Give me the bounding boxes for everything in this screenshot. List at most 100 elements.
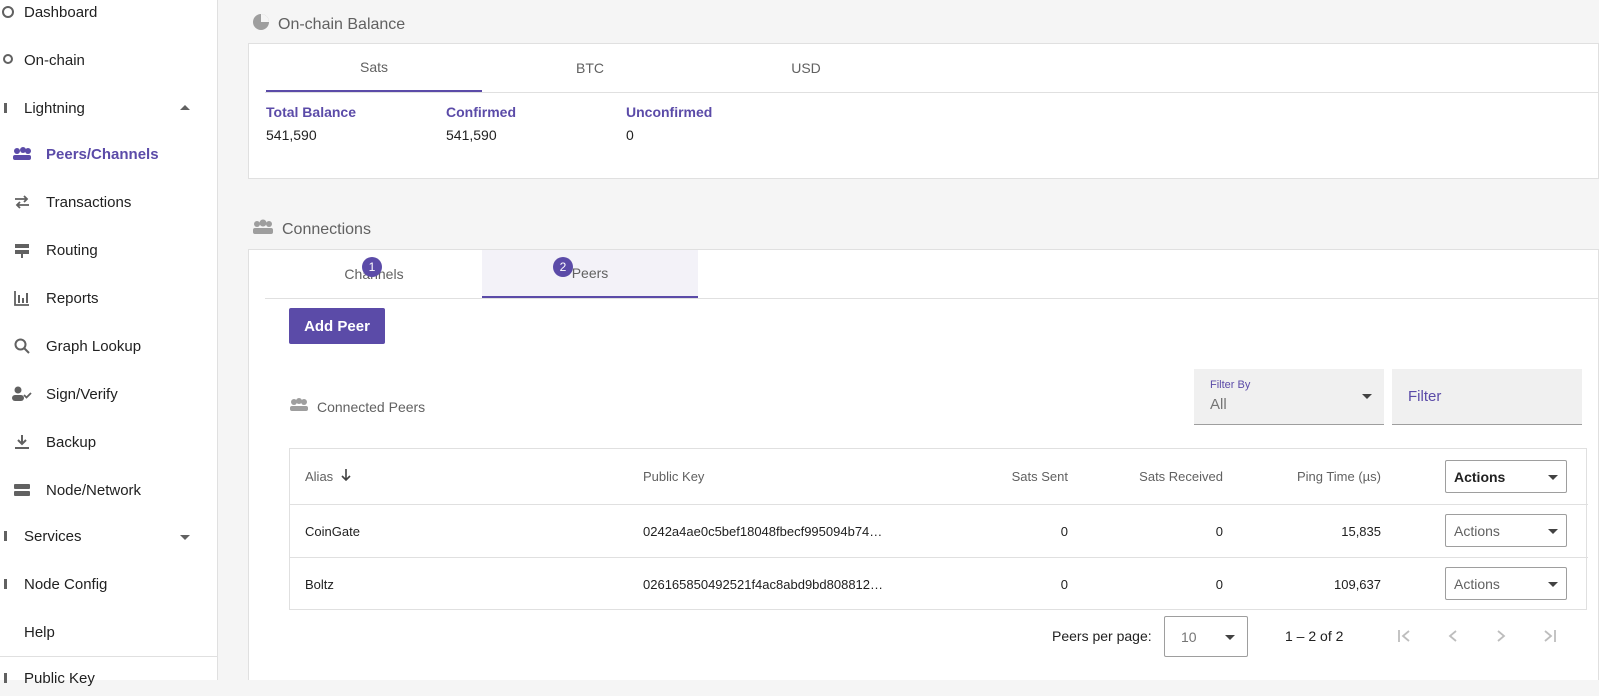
sidebar-item-transactions[interactable]: Transactions — [12, 184, 131, 220]
sidebar: Dashboard On-chain Lightning Peers/Chann… — [0, 0, 218, 687]
column-alias-label: Alias — [305, 469, 334, 484]
sidebar-item-label: Peers/Channels — [46, 145, 159, 163]
sidebar-item-label: On-chain — [24, 51, 85, 69]
sidebar-item-routing[interactable]: Routing — [12, 232, 98, 268]
previous-page-icon[interactable] — [1443, 626, 1463, 646]
first-page-icon[interactable] — [1395, 626, 1415, 646]
cell-ping-time: 109,637 — [1334, 576, 1381, 592]
services-icon — [0, 526, 18, 546]
sidebar-item-label: Backup — [46, 433, 97, 451]
column-sats-sent[interactable]: Sats Sent — [990, 449, 1068, 504]
cell-public-key: 0242a4ae0c5bef18048fbecf995094b74… — [643, 523, 883, 539]
cell-alias: Boltz — [305, 576, 334, 592]
next-page-icon[interactable] — [1491, 626, 1511, 646]
sidebar-item-help[interactable]: Help — [24, 614, 55, 650]
last-page-icon[interactable] — [1539, 626, 1559, 646]
unconfirmed-value: 0 — [626, 127, 634, 143]
actions-label: Actions — [1454, 468, 1506, 485]
column-sats-received[interactable]: Sats Received — [1090, 449, 1223, 504]
sidebar-item-label: Reports — [46, 289, 99, 307]
tab-label: USD — [791, 60, 821, 76]
sidebar-item-public-key[interactable]: Public Key — [4, 660, 95, 696]
onchain-section-title: On-chain Balance — [252, 13, 405, 36]
cell-sats-sent: 0 — [1060, 523, 1068, 539]
column-ping-time[interactable]: Ping Time (µs) — [1250, 449, 1381, 504]
swap-icon — [12, 192, 32, 212]
per-page-value: 10 — [1181, 629, 1197, 645]
sidebar-item-peers-channels[interactable]: Peers/Channels — [12, 136, 159, 172]
sidebar-item-label: Lightning — [24, 99, 85, 117]
signpost-icon — [12, 240, 32, 260]
filter-by-select[interactable]: Filter By All — [1194, 369, 1384, 425]
storage-icon — [12, 480, 32, 500]
sidebar-item-label: Routing — [46, 241, 98, 259]
column-alias[interactable]: Alias — [305, 449, 351, 504]
peers-per-page-select[interactable]: 10 — [1164, 616, 1248, 657]
row-actions-select[interactable]: Actions — [1445, 514, 1567, 547]
tab-sats[interactable]: Sats — [266, 44, 482, 92]
sidebar-item-graph-lookup[interactable]: Graph Lookup — [12, 328, 141, 364]
add-peer-button[interactable]: Add Peer — [289, 308, 385, 344]
section-title-text: Connections — [282, 220, 371, 238]
cell-public-key: 026165850492521f4ac8abd9bd808812… — [643, 576, 884, 592]
column-public-key[interactable]: Public Key — [643, 449, 704, 504]
dropdown-arrow-icon — [1548, 475, 1558, 480]
sidebar-item-label: Transactions — [46, 193, 132, 211]
cell-ping-time: 15,835 — [1341, 523, 1381, 539]
sidebar-item-services[interactable]: Services — [4, 518, 82, 554]
people-icon — [252, 219, 274, 240]
sidebar-item-label: Public Key — [24, 669, 95, 687]
row-actions-select[interactable]: Actions — [1445, 567, 1567, 600]
sidebar-item-backup[interactable]: Backup — [12, 424, 96, 460]
search-icon — [12, 336, 32, 356]
download-icon — [12, 432, 32, 452]
dropdown-arrow-icon — [1548, 529, 1558, 534]
table-row[interactable]: Boltz 026165850492521f4ac8abd9bd808812… … — [290, 558, 1588, 610]
sidebar-item-sign-verify[interactable]: Sign/Verify — [12, 376, 118, 412]
cell-sats-sent: 0 — [1060, 576, 1068, 592]
tab-label: Sats — [359, 59, 388, 75]
cell-alias: CoinGate — [305, 523, 360, 539]
dropdown-arrow-icon — [1225, 635, 1235, 640]
pagination-range: 1 – 2 of 2 — [1285, 628, 1344, 644]
total-balance-value: 541,590 — [266, 127, 317, 143]
actions-label: Actions — [1454, 522, 1500, 539]
confirmed-label: Confirmed — [446, 104, 516, 120]
actions-header-select[interactable]: Actions — [1445, 460, 1567, 493]
sidebar-item-label: Node Config — [24, 575, 108, 593]
unconfirmed-label: Unconfirmed — [626, 104, 713, 120]
sidebar-divider — [0, 656, 218, 657]
chevron-down-icon[interactable] — [180, 535, 190, 540]
filter-input[interactable]: Filter — [1392, 369, 1582, 425]
tab-divider — [265, 92, 1599, 93]
link-icon — [0, 50, 18, 70]
table-row[interactable]: CoinGate 0242a4ae0c5bef18048fbecf995094b… — [290, 505, 1588, 558]
sidebar-item-label: Graph Lookup — [46, 337, 142, 355]
sidebar-item-reports[interactable]: Reports — [12, 280, 99, 316]
sidebar-item-node-config[interactable]: Node Config — [4, 566, 108, 602]
tab-divider — [265, 298, 1599, 299]
peers-table: Alias Public Key Sats Sent Sats Received… — [289, 448, 1588, 610]
total-balance-label: Total Balance — [266, 104, 356, 120]
sidebar-item-node-network[interactable]: Node/Network — [12, 472, 141, 508]
dropdown-arrow-icon — [1548, 582, 1558, 587]
sidebar-item-lightning[interactable]: Lightning — [4, 90, 85, 126]
tab-label: BTC — [576, 60, 604, 76]
people-icon — [12, 144, 32, 164]
sidebar-item-label: Sign/Verify — [46, 385, 118, 403]
chevron-up-icon[interactable] — [180, 105, 190, 110]
sidebar-item-onchain[interactable]: On-chain — [3, 42, 85, 78]
dashboard-icon — [0, 2, 18, 22]
tab-peers[interactable]: Peers — [482, 250, 698, 298]
filter-placeholder: Filter — [1408, 388, 1442, 405]
actions-label: Actions — [1454, 575, 1500, 592]
filter-by-value: All — [1210, 396, 1227, 413]
sidebar-item-label: Help — [24, 623, 55, 641]
sidebar-item-dashboard[interactable]: Dashboard — [2, 0, 97, 30]
tab-usd[interactable]: USD — [698, 44, 914, 92]
person-check-icon — [12, 384, 32, 404]
connections-section-title: Connections — [252, 219, 371, 240]
section-title-text: On-chain Balance — [278, 15, 406, 33]
sidebar-item-label: Services — [24, 527, 82, 545]
tab-btc[interactable]: BTC — [482, 44, 698, 92]
